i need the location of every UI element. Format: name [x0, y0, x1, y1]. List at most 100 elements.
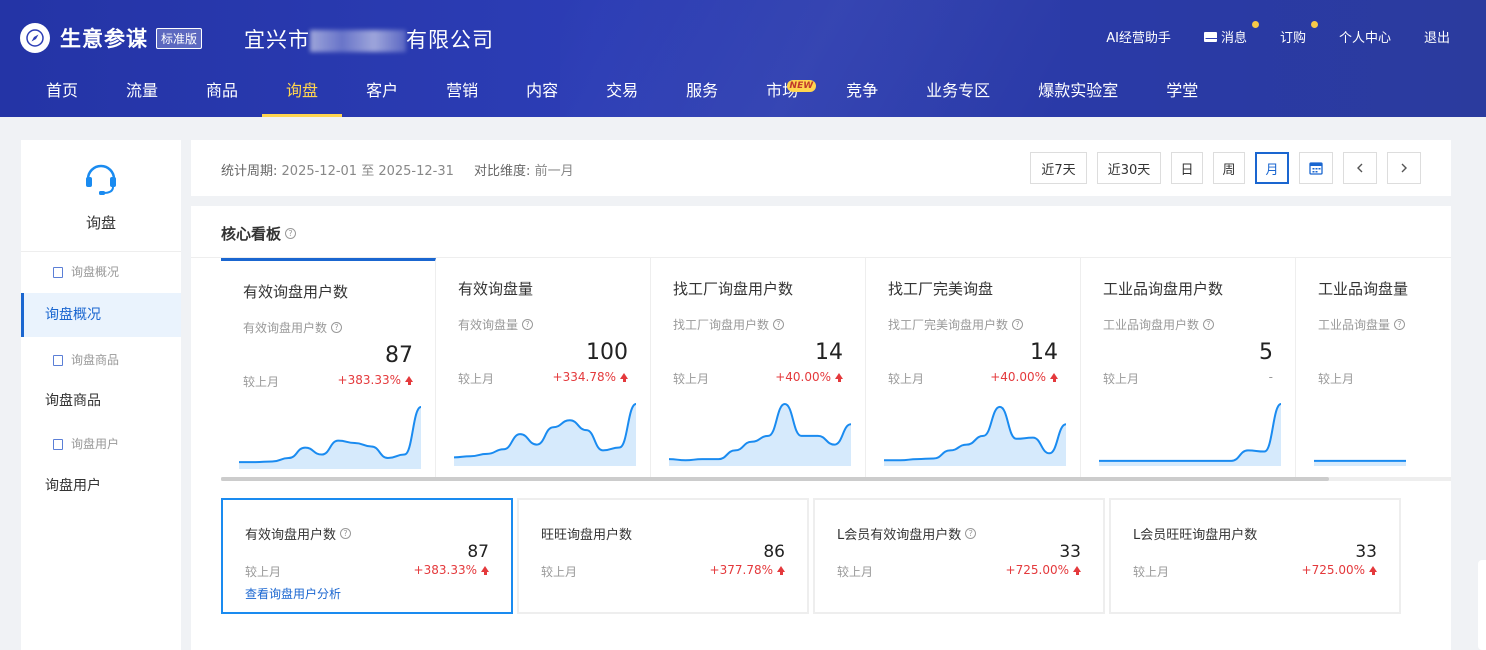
nav-item-12[interactable]: 爆款实验室	[1014, 70, 1142, 117]
nav-item-3[interactable]: 询盘	[262, 70, 343, 117]
metric-tab-3[interactable]: 找工厂完美询盘 找工厂完美询盘用户数? 14 较上月 +40.00%	[866, 258, 1081, 480]
period-label: 统计周期:	[221, 164, 278, 179]
top-link-4[interactable]: 退出	[1424, 27, 1450, 46]
headset-icon	[86, 164, 116, 195]
top-links: AI经营助手 消息 订购 个人中心 退出	[1073, 21, 1450, 46]
nav-item-4[interactable]: 客户	[342, 70, 422, 117]
metric-title: 工业品询盘量	[1318, 280, 1409, 298]
nav-item-label: 业务专区	[926, 81, 991, 100]
user-analysis-link[interactable]: 查看询盘用户分析	[245, 585, 341, 602]
nav-item-8[interactable]: 服务	[662, 70, 742, 117]
nav-item-1[interactable]: 流量	[102, 70, 182, 117]
nav-item-6[interactable]: 内容	[502, 70, 582, 117]
metric-title: 工业品询盘用户数	[1103, 280, 1224, 298]
metric-subtitle: 工业品询盘用户数?	[1103, 316, 1215, 333]
nav-item-9[interactable]: 市场 NEW	[742, 70, 822, 117]
nav-item-7[interactable]: 交易	[582, 70, 662, 117]
period-button-2[interactable]: 日	[1171, 152, 1203, 184]
period-button-4[interactable]: 月	[1255, 152, 1289, 184]
sidebar-item-5[interactable]: 询盘用户	[21, 475, 181, 497]
card-compare-label: 较上月	[1133, 565, 1170, 579]
card-title-text: L会员有效询盘用户数	[837, 528, 962, 543]
help-icon[interactable]: ?	[773, 319, 785, 330]
metric-tab-4[interactable]: 工业品询盘用户数 工业品询盘用户数? 5 较上月 -	[1081, 258, 1296, 480]
brand-logo[interactable]: 生意参谋 标准版	[20, 22, 203, 54]
period-button-1[interactable]: 近30天	[1097, 152, 1161, 184]
compare-value: 前一月	[534, 164, 574, 179]
scrollbar-thumb[interactable]	[221, 477, 1329, 481]
period-bar: 统计周期: 2025-12-01 至 2025-12-31 对比维度: 前一月 …	[191, 140, 1451, 196]
trend-area	[1099, 404, 1281, 466]
metric-compare-label: 较上月	[1103, 372, 1140, 386]
metric-card-1[interactable]: 旺旺询盘用户数 86 较上月 +377.78%	[517, 498, 809, 614]
trend-sparkline	[1098, 403, 1282, 466]
metric-tab-0[interactable]: 有效询盘用户数 有效询盘用户数? 87 较上月 +383.33%	[221, 258, 436, 480]
metric-subtitle: 找工厂完美询盘用户数?	[888, 316, 1024, 333]
calendar-button[interactable]	[1299, 152, 1333, 184]
sidebar: 询盘 询盘概况 询盘概况 询盘商品 询盘商品 询盘用户 询盘用户	[21, 140, 181, 650]
top-link-3[interactable]: 个人中心	[1339, 27, 1391, 46]
card-change-value: +725.00%	[1005, 563, 1069, 577]
nav-item-5[interactable]: 营销	[422, 70, 502, 117]
next-period-button[interactable]	[1387, 152, 1421, 184]
card-change: +725.00%	[1302, 563, 1377, 577]
prev-period-button[interactable]	[1343, 152, 1377, 184]
metric-title: 找工厂询盘用户数	[673, 280, 794, 298]
help-icon[interactable]: ?	[522, 319, 534, 330]
notification-dot	[1310, 21, 1318, 28]
help-icon[interactable]: ?	[285, 228, 297, 239]
period-button-3[interactable]: 周	[1213, 152, 1245, 184]
card-title-text: L会员旺旺询盘用户数	[1133, 528, 1258, 543]
metric-card-3[interactable]: L会员旺旺询盘用户数 33 较上月 +725.00%	[1109, 498, 1401, 614]
document-icon	[53, 438, 63, 450]
metric-tab-5[interactable]: 工业品询盘量 工业品询盘量? 较上月	[1296, 258, 1451, 480]
arrow-up-icon	[777, 566, 785, 575]
nav-item-11[interactable]: 业务专区	[902, 70, 1014, 117]
nav-item-10[interactable]: 竞争	[822, 70, 902, 117]
metric-tab-2[interactable]: 找工厂询盘用户数 找工厂询盘用户数? 14 较上月 +40.00%	[651, 258, 866, 480]
top-link-1[interactable]: 消息	[1203, 21, 1259, 46]
nav-item-13[interactable]: 学堂	[1142, 70, 1222, 117]
top-link-0[interactable]: AI经营助手	[1106, 27, 1171, 46]
metric-tab-1[interactable]: 有效询盘量 有效询盘量? 100 较上月 +334.78%	[436, 258, 651, 480]
sidebar-item-0[interactable]: 询盘概况	[21, 261, 181, 283]
trend-sparkline	[453, 403, 637, 466]
period-range: 2025-12-01 至 2025-12-31	[281, 164, 454, 179]
core-board: 核心看板 ? 有效询盘用户数 有效询盘用户数? 87 较上月 +383.33% 有效询盘量…	[191, 206, 1451, 650]
sidebar-item-1[interactable]: 询盘概况	[21, 293, 181, 337]
metric-compare-label: 较上月	[673, 372, 710, 386]
side-float-tab[interactable]	[1478, 560, 1486, 650]
metric-change-value: +40.00%	[990, 370, 1046, 384]
nav-item-0[interactable]: 首页	[22, 70, 102, 117]
arrow-up-icon	[1073, 566, 1081, 575]
trend-sparkline	[1313, 459, 1406, 466]
nav-item-label: 询盘	[286, 81, 319, 100]
arrow-up-icon	[481, 566, 489, 575]
help-icon[interactable]: ?	[1012, 319, 1024, 330]
nav-item-2[interactable]: 商品	[182, 70, 262, 117]
metric-change-value: +383.33%	[337, 373, 401, 387]
company-prefix: 宜兴市	[244, 28, 310, 52]
new-badge: NEW	[786, 80, 817, 92]
period-button-0[interactable]: 近7天	[1030, 152, 1087, 184]
metric-card-2[interactable]: L会员有效询盘用户数? 33 较上月 +725.00%	[813, 498, 1105, 614]
sidebar-item-label: 询盘用户	[71, 437, 120, 451]
sidebar-item-3[interactable]: 询盘商品	[21, 390, 181, 412]
sidebar-item-4[interactable]: 询盘用户	[21, 433, 181, 455]
top-link-2[interactable]: 订购	[1280, 21, 1318, 46]
metric-card-0[interactable]: 有效询盘用户数? 87 较上月 +383.33% 查看询盘用户分析	[221, 498, 513, 614]
card-change: +377.78%	[710, 563, 785, 577]
help-icon[interactable]: ?	[331, 322, 343, 333]
metric-subtitle-text: 有效询盘量	[458, 318, 519, 332]
help-icon[interactable]: ?	[340, 528, 352, 539]
metric-change: +40.00%	[775, 370, 843, 384]
card-title: 旺旺询盘用户数	[541, 524, 632, 543]
arrow-up-icon	[1050, 373, 1058, 382]
help-icon[interactable]: ?	[1203, 319, 1215, 330]
help-icon[interactable]: ?	[1394, 319, 1406, 330]
sidebar-item-2[interactable]: 询盘商品	[21, 349, 181, 371]
help-icon[interactable]: ?	[965, 528, 977, 539]
horizontal-scrollbar[interactable]	[221, 477, 1451, 481]
nav-item-label: 营销	[446, 81, 479, 100]
arrow-up-icon	[620, 373, 628, 382]
